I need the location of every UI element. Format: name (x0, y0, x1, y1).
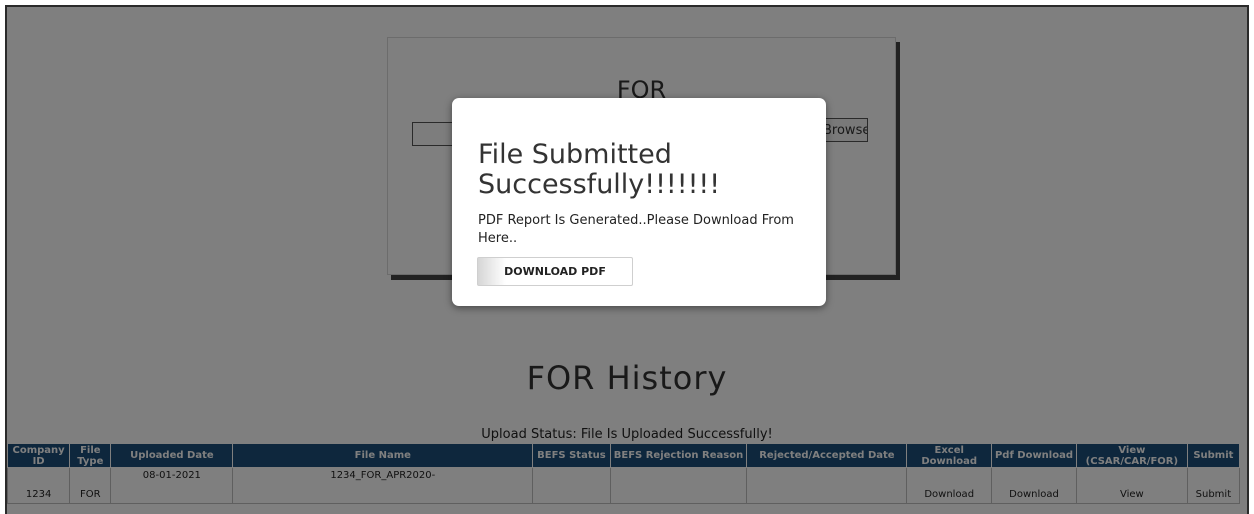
modal-message: PDF Report Is Generated..Please Download… (478, 213, 794, 246)
download-pdf-button[interactable]: DOWNLOAD PDF (477, 257, 633, 286)
success-modal: File Submitted Successfully!!!!!!! PDF R… (452, 98, 826, 306)
modal-title: File Submitted Successfully!!!!!!! (478, 139, 721, 200)
page-frame: FOR Browse... FOR History Upload Status:… (5, 5, 1249, 514)
